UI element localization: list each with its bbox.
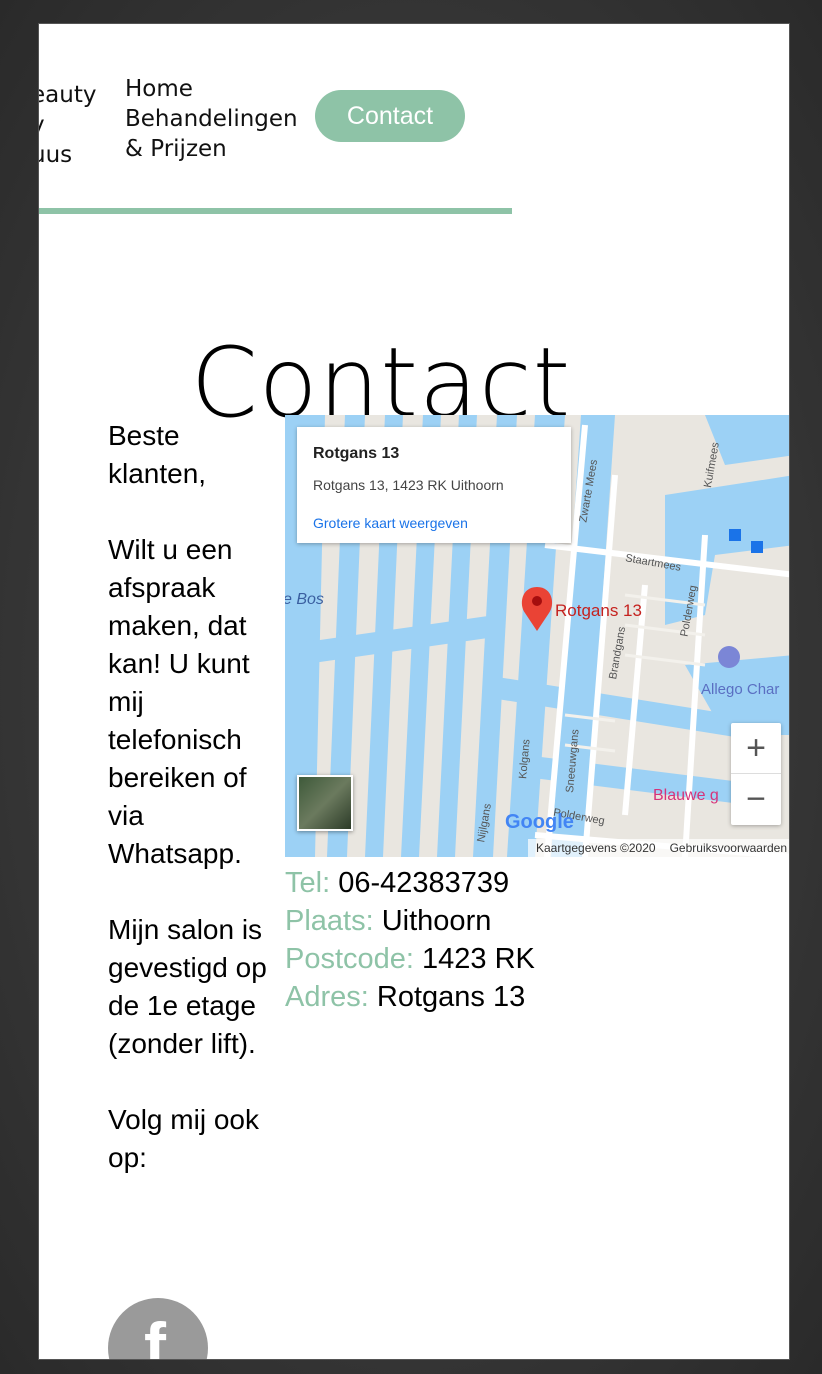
nav-divider [39,208,512,214]
postcode-label: Postcode: [285,943,414,975]
map-footer: Kaartgegevens ©2020 Gebruiksvoorwaarden [527,839,789,857]
page: eauty y uus Home Behandelingen & Prijzen… [38,23,790,1360]
place-label: Plaats: [285,905,374,937]
main-nav: Home Behandelingen & Prijzen [125,74,298,164]
map-zoom-controls: + − [731,723,781,825]
map-pin-label: Rotgans 13 [555,601,642,620]
map-place-name: Rotgans 13 [313,445,400,462]
satellite-toggle[interactable] [297,775,353,831]
facebook-icon[interactable]: f [108,1298,208,1360]
zoom-out-button[interactable]: − [731,774,781,824]
nav-home-link[interactable]: Home [125,74,298,104]
map-data-credit: Kaartgegevens ©2020 [535,841,656,855]
tel-value[interactable]: 06-42383739 [338,867,509,899]
logo-line-2: y [39,110,111,140]
place-row: Plaats: Uithoorn [285,902,535,940]
site-logo[interactable]: eauty y uus [39,80,111,170]
contact-details: Tel: 06-42383739 Plaats: Uithoorn Postco… [285,864,535,1016]
tel-label: Tel: [285,867,331,899]
larger-map-link[interactable]: Grotere kaart weergeven [313,515,468,531]
address-value: Rotgans 13 [376,981,526,1013]
map-info-card: Rotgans 13 Rotgans 13, 1423 RK Uithoorn … [297,427,571,543]
follow-text: Volg mij ook op: [108,1104,259,1173]
nav-treatments-link[interactable]: Behandelingen & Prijzen [125,104,298,164]
logo-line-1: eauty [39,82,97,108]
zoom-in-button[interactable]: + [731,723,781,773]
appointment-text: Wilt u een afspraak maken, dat kan! U ku… [108,534,250,869]
map-label-blauwe-start: Blauwe g [653,787,719,804]
nav-treatments-line-1: Behandelingen [125,106,298,132]
place-value: Uithoorn [381,905,492,937]
address-row: Adres: Rotgans 13 [285,978,535,1016]
postcode-value: 1423 RK [422,943,535,975]
postcode-row: Postcode: 1423 RK [285,940,535,978]
map-label-bos: e Bos [285,591,324,608]
google-map[interactable]: e Bos Rotgans 13 Allego Char Blauwe g m … [285,415,789,857]
contact-button[interactable]: Contact [315,90,465,142]
map-terms-link[interactable]: Gebruiksvoorwaarden [670,841,787,855]
logo-line-3: uus [39,142,73,168]
tel-row: Tel: 06-42383739 [285,864,535,902]
google-logo-text: Google [505,811,574,833]
facebook-glyph: f [144,1309,166,1360]
map-label-allego: Allego Char [701,681,780,698]
nav-treatments-line-2: & Prijzen [125,136,227,162]
intro-text: Beste klanten, Wilt u een afspraak maken… [108,417,268,1215]
google-logo: Google [505,811,574,834]
salon-location-text: Mijn salon is gevestigd op de 1e etage (… [108,914,267,1059]
map-place-address: Rotgans 13, 1423 RK Uithoorn [313,477,504,493]
address-label: Adres: [285,981,369,1013]
greeting-text: Beste klanten, [108,420,207,489]
